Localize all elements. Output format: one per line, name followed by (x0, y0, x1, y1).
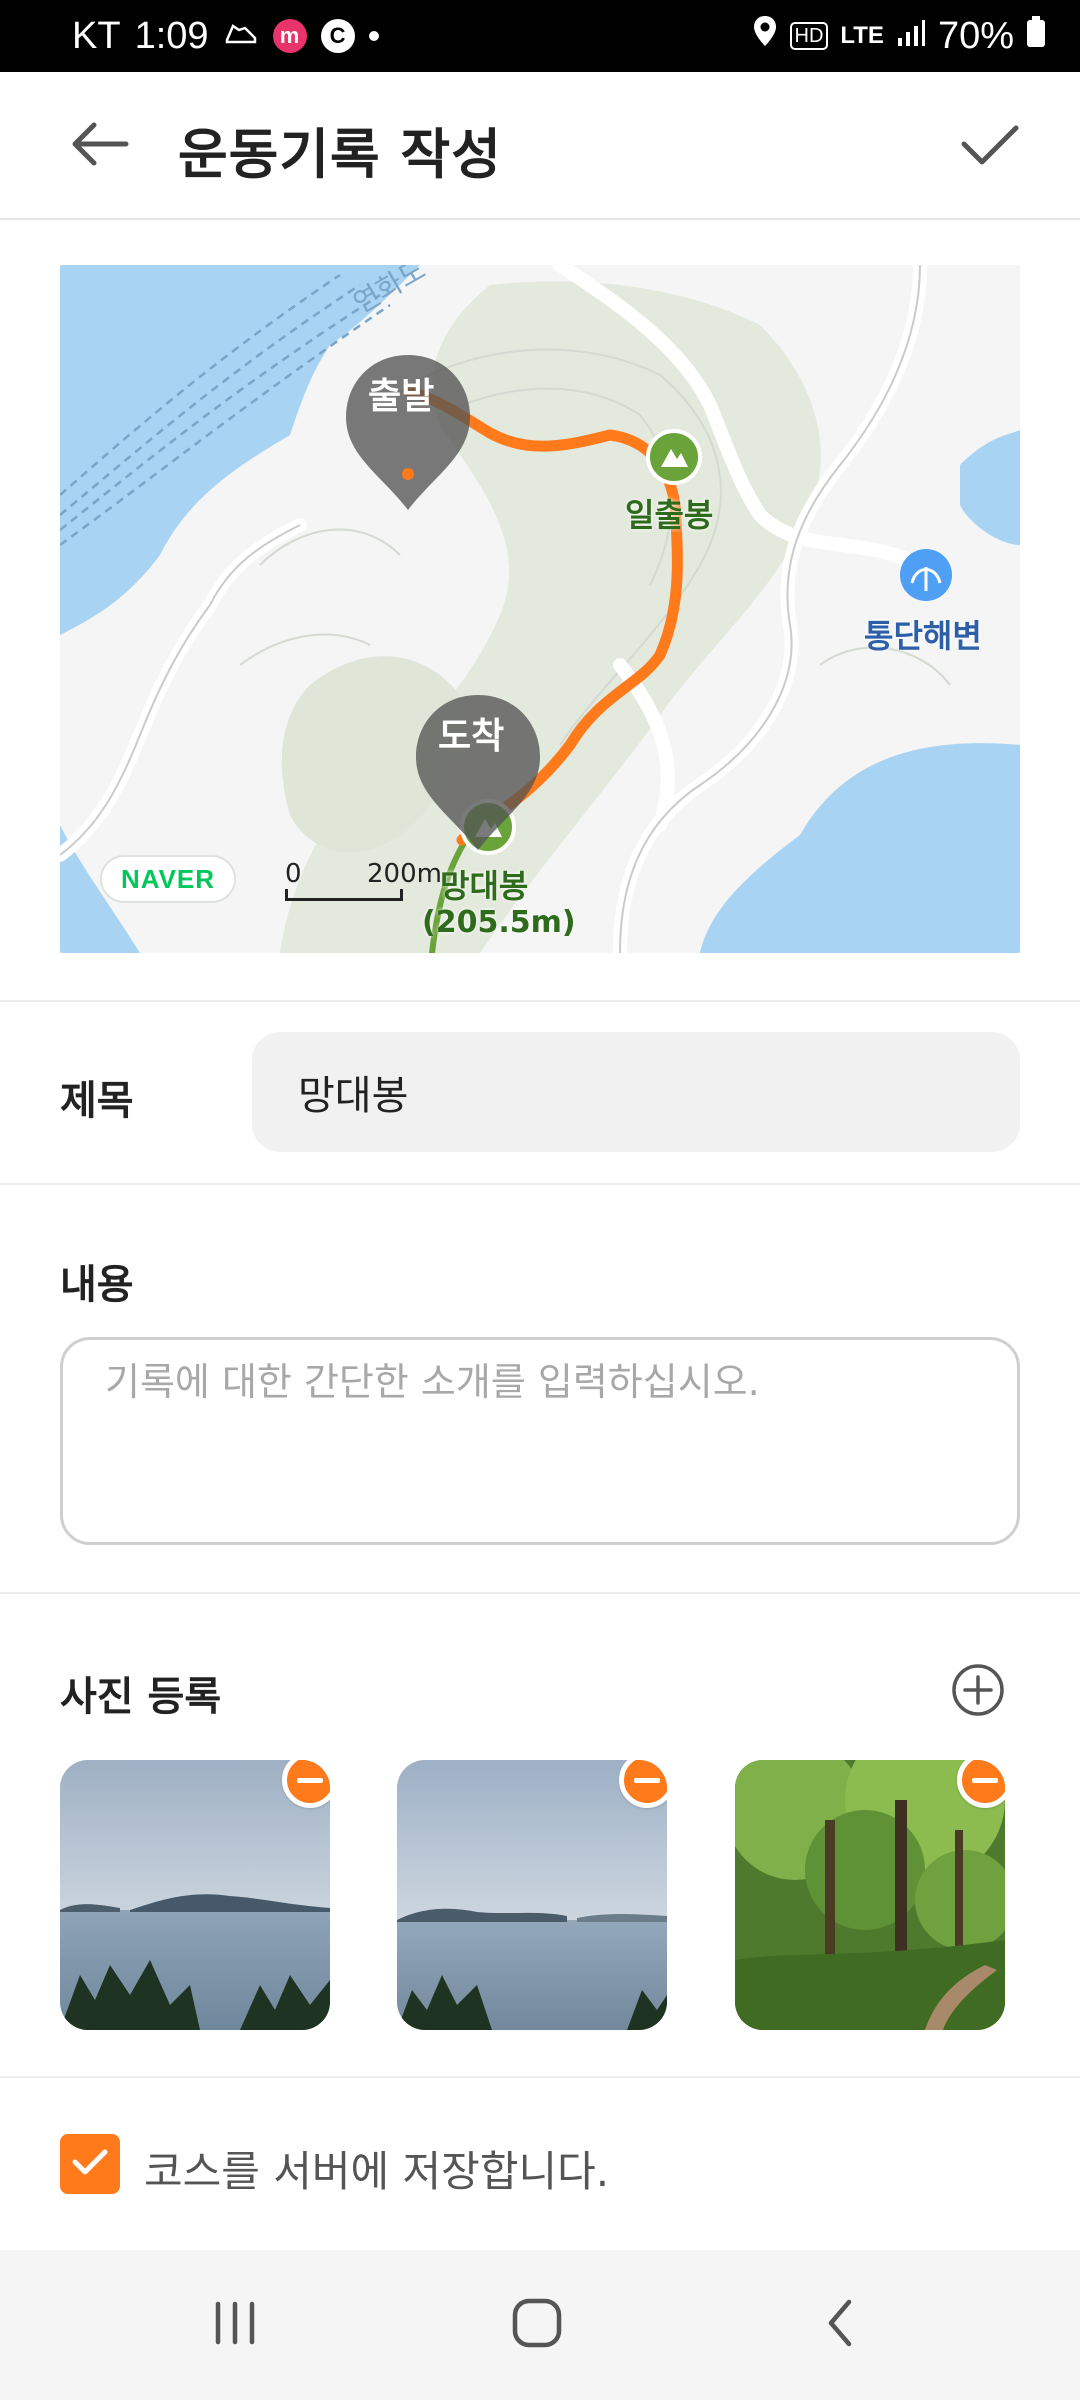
forest-trail-image (735, 1760, 1005, 2030)
photo-thumbnail[interactable] (60, 1760, 330, 2030)
photo-thumbnail[interactable] (397, 1760, 667, 2030)
checkmark-icon (70, 2146, 110, 2182)
map-scale: 0 200m (285, 859, 442, 905)
location-icon (752, 14, 778, 58)
minus-icon (634, 1777, 660, 1783)
status-bar: KT 1:09 m C HD LTE 70% (0, 0, 1080, 72)
battery-percent: 70% (937, 14, 1014, 57)
confirm-button[interactable] (950, 112, 1030, 182)
network-type: LTE (840, 22, 884, 49)
divider (0, 1183, 1080, 1185)
divider (0, 1592, 1080, 1594)
content-placeholder: 기록에 대한 간단한 소개를 입력하십시오. (105, 1360, 760, 1404)
check-icon (960, 122, 1020, 172)
divider (0, 2076, 1080, 2078)
m-notification-icon: m (272, 19, 307, 53)
scale-zero-label: 0 (285, 859, 302, 889)
home-button[interactable] (477, 2280, 597, 2370)
recent-apps-icon (210, 2300, 260, 2350)
battery-icon (1026, 15, 1046, 58)
save-course-checkbox[interactable] (60, 2134, 120, 2194)
title-label: 제목 (60, 1078, 134, 1124)
signal-icon (896, 15, 926, 58)
minus-icon (972, 1777, 998, 1783)
start-marker-label[interactable]: 출발 (368, 367, 434, 419)
scale-distance-label: 200m (367, 859, 442, 889)
chevron-left-icon (823, 2298, 857, 2352)
peak-label-mangdaebong: 망대봉 (440, 867, 529, 905)
plus-circle-icon (950, 1664, 1006, 1722)
carrier-label: KT (72, 14, 121, 57)
page-title: 운동기록 작성 (178, 123, 502, 186)
save-course-label[interactable]: 코스를 서버에 저장합니다. (144, 2138, 609, 2199)
beach-label: 통단해변 (864, 617, 982, 655)
peak-height-label: (205.5m) (422, 905, 576, 940)
sea-islands-image (397, 1760, 667, 2030)
route-map[interactable]: 연화도 출발 도착 일출봉 망대봉 (205.5m) 통단해변 NAVER 0 … (60, 265, 1020, 953)
system-nav-bar (0, 2250, 1080, 2400)
photos-label: 사진 등록 (60, 1674, 222, 1720)
title-input-value: 망대봉 (298, 1073, 409, 1119)
back-nav-button[interactable] (780, 2280, 900, 2370)
home-icon (511, 2297, 563, 2353)
shoe-icon (223, 15, 259, 58)
end-marker-label[interactable]: 도착 (438, 707, 504, 759)
divider (0, 1000, 1080, 1002)
naver-logo: NAVER (100, 855, 236, 903)
arrow-left-icon (70, 121, 130, 171)
minus-icon (297, 1777, 323, 1783)
sea-islands-image (60, 1760, 330, 2030)
scale-bar (285, 889, 403, 901)
back-button[interactable] (60, 116, 140, 176)
c-notification-icon: C (320, 19, 355, 53)
more-notifications-dot-icon (368, 31, 379, 41)
recent-apps-button[interactable] (175, 2280, 295, 2370)
clock: 1:09 (134, 14, 209, 57)
photo-thumbnail[interactable] (735, 1760, 1005, 2030)
hd-badge: HD (789, 22, 829, 50)
content-label: 내용 (60, 1262, 134, 1308)
app-bar: 운동기록 작성 (0, 72, 1080, 220)
content-textarea[interactable]: 기록에 대한 간단한 소개를 입력하십시오. (60, 1337, 1020, 1545)
map-canvas (60, 265, 1020, 953)
title-input[interactable]: 망대봉 (252, 1032, 1020, 1152)
peak-label-ilchulbong: 일출봉 (625, 496, 714, 534)
add-photo-button[interactable] (950, 1662, 1006, 1718)
